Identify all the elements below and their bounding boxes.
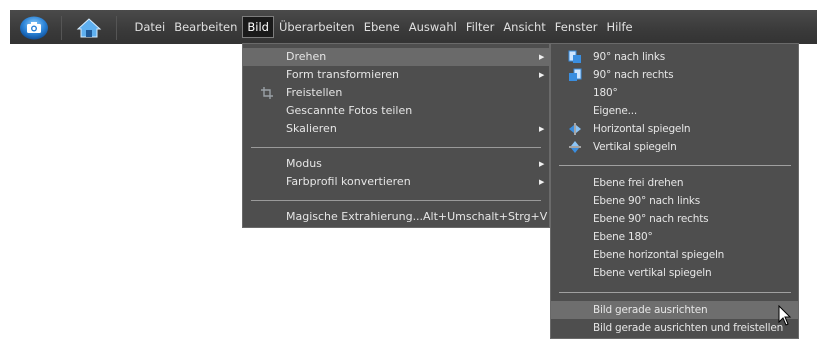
home-icon[interactable] bbox=[74, 16, 104, 40]
menu-auswahl[interactable]: Auswahl bbox=[404, 16, 461, 38]
toolbar-divider bbox=[61, 16, 62, 40]
submenu-item-label: Ebene 180° bbox=[593, 231, 653, 243]
rotate-left-icon bbox=[568, 50, 582, 64]
submenu-item-ebene-180[interactable]: Ebene 180° bbox=[551, 228, 798, 246]
bild-dropdown-menu: Drehen ▶ Form transformieren ▶ Freistell… bbox=[242, 43, 550, 228]
menu-item-label: Skalieren bbox=[286, 122, 337, 135]
menu-separator bbox=[559, 292, 791, 293]
submenu-item-label: Ebene 90° nach links bbox=[593, 195, 701, 207]
submenu-arrow-icon: ▶ bbox=[539, 71, 545, 79]
submenu-item-label: Ebene horizontal spiegeln bbox=[593, 249, 725, 261]
menu-item-drehen[interactable]: Drehen ▶ bbox=[243, 48, 549, 66]
flip-horizontal-icon bbox=[568, 122, 582, 136]
submenu-item-ebene-vertikal-spiegeln[interactable]: Ebene vertikal spiegeln bbox=[551, 264, 798, 282]
menu-separator bbox=[251, 147, 541, 148]
submenu-item-ebene-90-nach-links[interactable]: Ebene 90° nach links bbox=[551, 192, 798, 210]
submenu-item-bild-gerade-ausrichten[interactable]: Bild gerade ausrichten bbox=[551, 301, 798, 319]
submenu-item-label: Ebene vertikal spiegeln bbox=[593, 267, 712, 279]
submenu-arrow-icon: ▶ bbox=[539, 160, 545, 168]
menu-ueberarbeiten[interactable]: Überarbeiten bbox=[274, 16, 359, 38]
menu-bar: Datei Bearbeiten Bild Überarbeiten Ebene… bbox=[0, 0, 824, 44]
menu-item-magische-extrahierung[interactable]: Magische Extrahierung... Alt+Umschalt+St… bbox=[243, 208, 549, 226]
submenu-item-label: Horizontal spiegeln bbox=[593, 123, 691, 135]
menu-hilfe[interactable]: Hilfe bbox=[602, 16, 637, 38]
submenu-item-eigene[interactable]: Eigene... bbox=[551, 102, 798, 120]
menu-items: Datei Bearbeiten Bild Überarbeiten Ebene… bbox=[130, 10, 637, 44]
menu-separator bbox=[251, 200, 541, 201]
submenu-item-label: Eigene... bbox=[593, 105, 638, 117]
menu-item-label: Drehen bbox=[286, 50, 327, 63]
submenu-item-label: Ebene frei drehen bbox=[593, 177, 684, 189]
menu-item-label: Magische Extrahierung... bbox=[286, 210, 424, 223]
camera-organizer-icon[interactable] bbox=[19, 16, 49, 40]
menu-item-skalieren[interactable]: Skalieren ▶ bbox=[243, 120, 549, 138]
toolbar-divider bbox=[116, 16, 117, 40]
menu-item-label: Freistellen bbox=[286, 86, 343, 99]
menu-item-label: Modus bbox=[286, 157, 322, 170]
menu-filter[interactable]: Filter bbox=[461, 16, 498, 38]
menu-separator bbox=[559, 165, 791, 166]
menu-item-freistellen[interactable]: Freistellen bbox=[243, 84, 549, 102]
menu-item-modus[interactable]: Modus ▶ bbox=[243, 155, 549, 173]
menu-item-form-transformieren[interactable]: Form transformieren ▶ bbox=[243, 66, 549, 84]
menu-ebene[interactable]: Ebene bbox=[359, 16, 404, 38]
menu-bar-strip: Datei Bearbeiten Bild Überarbeiten Ebene… bbox=[10, 10, 817, 44]
submenu-arrow-icon: ▶ bbox=[539, 53, 545, 61]
submenu-item-label: 90° nach rechts bbox=[593, 69, 674, 81]
submenu-item-label: 180° bbox=[593, 87, 618, 99]
menu-item-gescannte-fotos-teilen[interactable]: Gescannte Fotos teilen bbox=[243, 102, 549, 120]
submenu-item-label: Vertikal spiegeln bbox=[593, 141, 677, 153]
submenu-arrow-icon: ▶ bbox=[539, 125, 545, 133]
submenu-item-bild-gerade-ausrichten-und-freistellen[interactable]: Bild gerade ausrichten und freistellen bbox=[551, 319, 798, 337]
flip-vertical-icon bbox=[568, 140, 582, 154]
submenu-item-90-nach-rechts[interactable]: 90° nach rechts bbox=[551, 66, 798, 84]
submenu-item-label: Bild gerade ausrichten bbox=[593, 304, 708, 316]
submenu-item-ebene-frei-drehen[interactable]: Ebene frei drehen bbox=[551, 174, 798, 192]
submenu-item-label: Ebene 90° nach rechts bbox=[593, 213, 709, 225]
submenu-item-180[interactable]: 180° bbox=[551, 84, 798, 102]
submenu-item-horizontal-spiegeln[interactable]: Horizontal spiegeln bbox=[551, 120, 798, 138]
submenu-item-label: 90° nach links bbox=[593, 51, 666, 63]
menu-datei[interactable]: Datei bbox=[130, 16, 170, 38]
rotate-right-icon bbox=[568, 68, 582, 82]
menu-item-label: Farbprofil konvertieren bbox=[286, 175, 411, 188]
menu-item-label: Gescannte Fotos teilen bbox=[286, 104, 413, 117]
menu-item-shortcut: Alt+Umschalt+Strg+V bbox=[423, 210, 548, 223]
menu-bild[interactable]: Bild bbox=[241, 16, 275, 38]
menu-item-label: Form transformieren bbox=[286, 68, 399, 81]
submenu-item-label: Bild gerade ausrichten und freistellen bbox=[593, 322, 784, 334]
submenu-item-ebene-horizontal-spiegeln[interactable]: Ebene horizontal spiegeln bbox=[551, 246, 798, 264]
crop-icon bbox=[261, 87, 273, 99]
submenu-item-ebene-90-nach-rechts[interactable]: Ebene 90° nach rechts bbox=[551, 210, 798, 228]
menu-fenster[interactable]: Fenster bbox=[550, 16, 602, 38]
submenu-item-vertikal-spiegeln[interactable]: Vertikal spiegeln bbox=[551, 138, 798, 156]
mouse-pointer-icon bbox=[778, 304, 792, 327]
submenu-item-90-nach-links[interactable]: 90° nach links bbox=[551, 48, 798, 66]
menu-ansicht[interactable]: Ansicht bbox=[499, 16, 550, 38]
menu-item-farbprofil-konvertieren[interactable]: Farbprofil konvertieren ▶ bbox=[243, 173, 549, 191]
submenu-arrow-icon: ▶ bbox=[539, 178, 545, 186]
drehen-submenu: 90° nach links 90° nach rechts 180° Eige… bbox=[550, 43, 799, 339]
menu-bearbeiten[interactable]: Bearbeiten bbox=[170, 16, 242, 38]
